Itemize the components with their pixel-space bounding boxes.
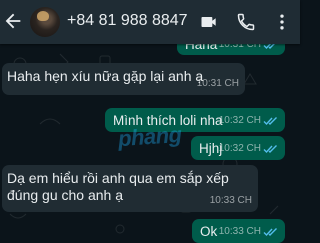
double-check-icon — [263, 227, 277, 236]
more-options-icon[interactable] — [272, 12, 292, 32]
message-meta: 10:33 CH — [219, 223, 279, 240]
chat-header: +84 81 988 8847 — [0, 0, 300, 44]
double-check-icon — [263, 144, 277, 153]
watermark: phang — [117, 121, 183, 152]
message-meta: 10:31 CH — [219, 44, 279, 53]
message-text: Haha — [185, 44, 218, 52]
double-check-icon — [263, 116, 277, 125]
phone-call-icon[interactable] — [236, 12, 256, 32]
chat-area: Haha 10:31 CH Haha hẹn xíu nữa gặp lại a… — [0, 44, 300, 243]
message-text: Dạ em hiểu rồi anh qua em sắp xếp đúng g… — [7, 170, 229, 203]
back-arrow-icon[interactable] — [2, 10, 24, 32]
contact-name[interactable]: +84 81 988 8847 — [67, 12, 188, 30]
message-bubble-incoming[interactable]: Haha hẹn xíu nữa gặp lại anh ạ 10:31 CH — [2, 63, 245, 95]
message-meta: 10:31 CH — [197, 75, 239, 92]
video-call-icon[interactable] — [199, 12, 219, 32]
message-text: Ok — [200, 224, 218, 239]
message-bubble-outgoing[interactable]: Ok 10:33 CH — [192, 219, 285, 243]
message-time: 10:31 CH — [218, 44, 261, 50]
message-time: 10:33 CH — [218, 226, 261, 237]
message-text: Haha hẹn xíu nữa gặp lại anh ạ — [7, 68, 204, 84]
double-check-icon — [263, 44, 275, 49]
message-time: 10:31 CH — [196, 78, 239, 89]
message-time: 10:32 CH — [218, 143, 261, 154]
message-bubble-outgoing[interactable]: Haha 10:31 CH — [177, 44, 285, 55]
message-bubble-incoming[interactable]: Dạ em hiểu rồi anh qua em sắp xếp đúng g… — [2, 165, 258, 212]
message-meta: 10:32 CH — [219, 112, 279, 129]
contact-avatar[interactable] — [30, 7, 60, 37]
message-meta: 10:33 CH — [210, 192, 252, 209]
message-time: 10:32 CH — [218, 115, 261, 126]
message-meta: 10:32 CH — [219, 140, 279, 157]
message-time: 10:33 CH — [209, 195, 252, 206]
message-bubble-outgoing[interactable]: Hjhj 10:32 CH — [191, 136, 285, 160]
